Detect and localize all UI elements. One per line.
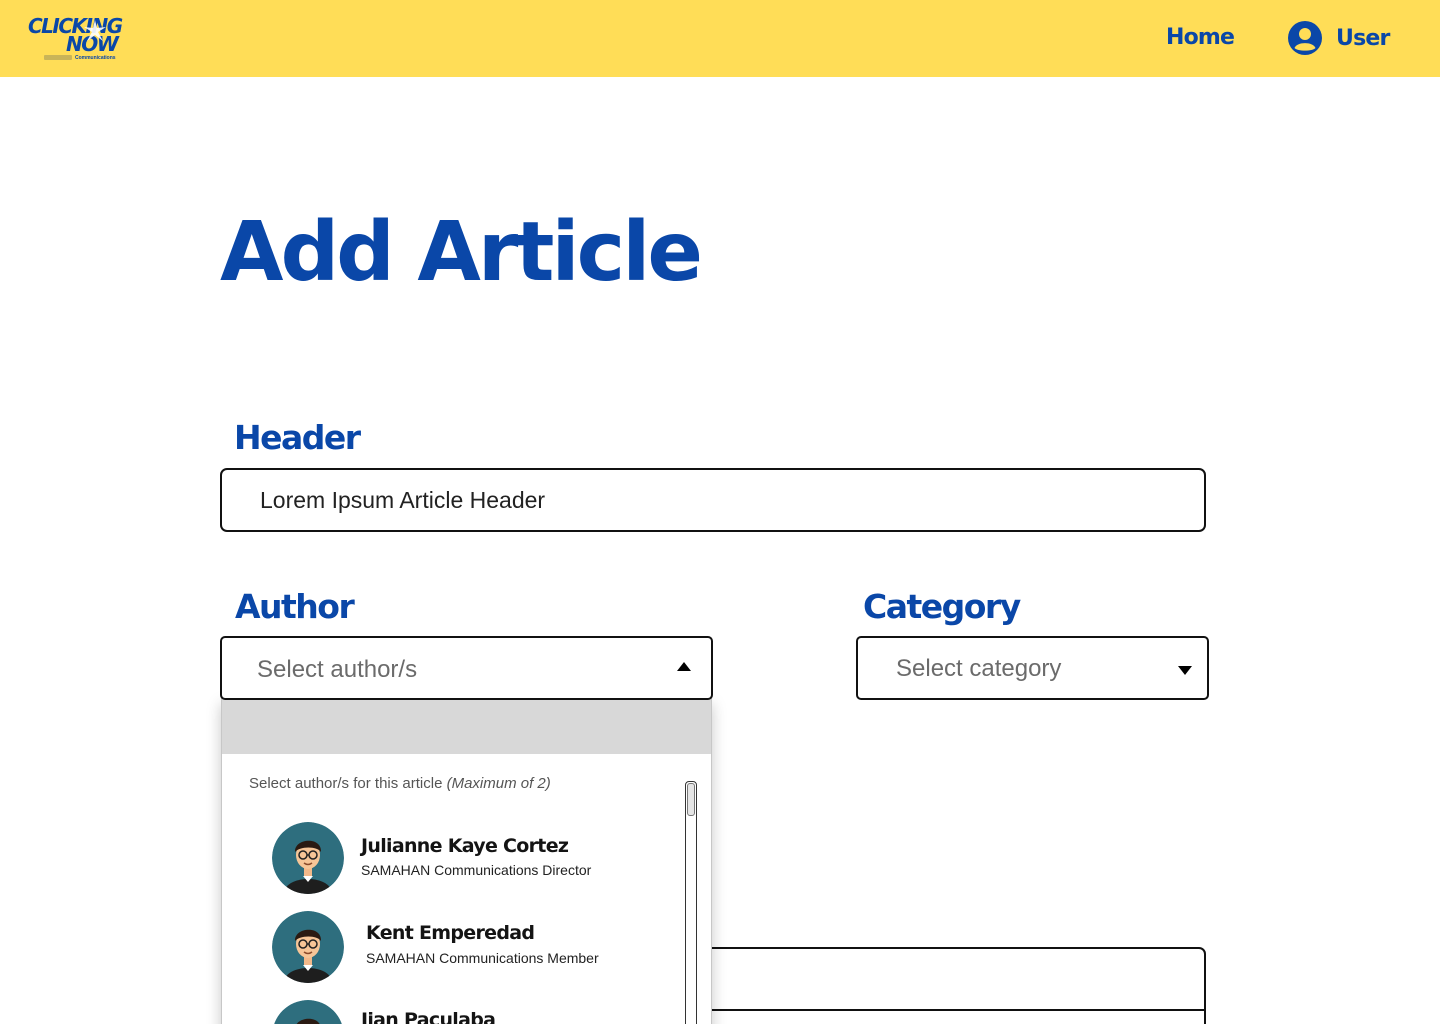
header-input[interactable] [220, 468, 1206, 532]
nav-home-link[interactable]: Home [1166, 24, 1235, 52]
dropdown-hint-text: Select author/s for this article [249, 775, 443, 792]
category-select[interactable]: Select category [856, 636, 1209, 700]
dropdown-header-band [222, 698, 711, 754]
avatar-icon [272, 822, 344, 894]
logo-starburst-icon [84, 20, 106, 41]
caret-up-icon [677, 662, 691, 671]
logo-tagline: Communications [44, 54, 116, 61]
nav-user-label: User [1336, 25, 1390, 51]
avatar-icon [274, 1000, 342, 1024]
scrollbar-thumb[interactable] [687, 783, 695, 816]
author-name: Jian Paculaba [361, 1009, 496, 1024]
nav-user-menu[interactable]: User [1288, 21, 1390, 55]
caret-down-icon [1178, 666, 1192, 675]
author-name: Kent Emperedad [366, 922, 535, 944]
dropdown-hint-note: (Maximum of 2) [446, 775, 551, 792]
author-select[interactable]: Select author/s [220, 636, 713, 700]
page-title: Add Article [220, 205, 703, 300]
field-divider [700, 1009, 1206, 1011]
author-option[interactable]: Jian Paculaba [272, 1000, 652, 1024]
dropdown-hint: Select author/s for this article (Maximu… [249, 775, 551, 793]
clicking-now-logo[interactable]: CLICKING NOW Communications [26, 14, 126, 64]
author-dropdown-panel: Select author/s for this article (Maximu… [221, 698, 712, 1024]
category-label: Category [863, 587, 1021, 626]
logo-tagline-text: Communications [75, 54, 116, 61]
author-option[interactable]: Julianne Kaye Cortez SAMAHAN Communicati… [272, 822, 652, 894]
user-circle-icon [1288, 21, 1322, 55]
avatar-icon [272, 911, 344, 983]
header-label: Header [234, 418, 361, 457]
top-navbar: CLICKING NOW Communications Home User [0, 0, 1440, 77]
author-label: Author [235, 587, 355, 626]
dropdown-scrollbar[interactable] [685, 781, 697, 1024]
author-select-placeholder: Select author/s [257, 656, 418, 683]
body-text-field[interactable] [700, 947, 1206, 1024]
author-role: SAMAHAN Communications Director [361, 862, 592, 878]
author-role: SAMAHAN Communications Member [366, 950, 599, 966]
category-select-placeholder: Select category [896, 655, 1062, 682]
author-option[interactable]: Kent Emperedad SAMAHAN Communications Me… [272, 911, 652, 983]
author-name: Julianne Kaye Cortez [361, 835, 569, 857]
